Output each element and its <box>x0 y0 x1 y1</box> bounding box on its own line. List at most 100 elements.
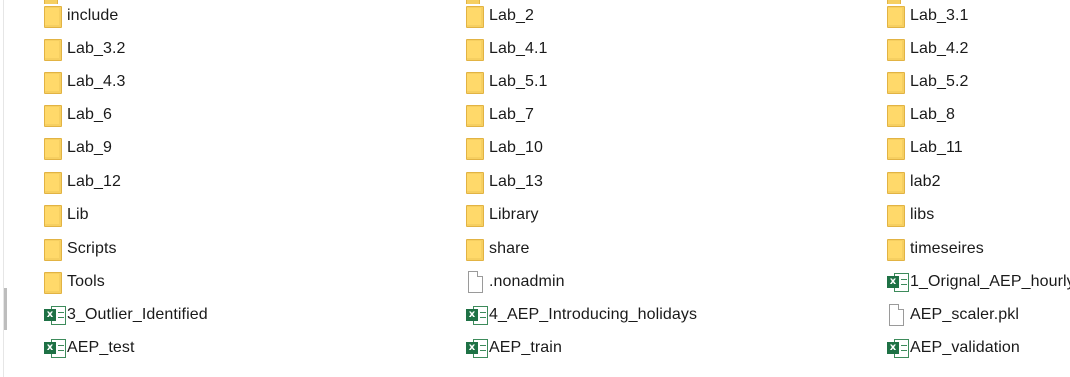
file-name: AEP_test <box>67 339 135 356</box>
file-name: Lab_4.1 <box>489 40 548 57</box>
folder-item[interactable]: Lab_6 <box>44 101 112 129</box>
folder-item[interactable]: Lab_5.2 <box>887 68 969 96</box>
file-name: 1_Orignal_AEP_hourly <box>910 273 1070 290</box>
excel-file-icon: x <box>466 303 488 327</box>
folder-icon <box>44 270 64 294</box>
file-item[interactable]: .nonadmin <box>466 268 565 296</box>
folder-icon <box>466 4 486 28</box>
file-name: 4_AEP_Introducing_holidays <box>489 306 698 323</box>
folder-item[interactable]: include <box>44 2 118 30</box>
file-name: Lab_9 <box>67 139 112 156</box>
folder-item[interactable]: timeseires <box>887 235 984 263</box>
file-item[interactable]: x AEP_train <box>466 334 562 362</box>
file-item[interactable]: x 4_AEP_Introducing_holidays <box>466 301 697 329</box>
file-name: lab2 <box>910 173 941 190</box>
folder-item[interactable]: Tools <box>44 268 105 296</box>
file-name: Lab_6 <box>67 106 112 123</box>
folder-item[interactable]: Lab_3.1 <box>887 2 969 30</box>
folder-icon <box>887 237 907 261</box>
excel-file-icon: x <box>466 336 488 360</box>
excel-file-icon: x <box>44 303 66 327</box>
folder-item[interactable]: Lab_3.2 <box>44 35 126 63</box>
folder-icon <box>887 136 907 160</box>
folder-icon <box>466 170 486 194</box>
folder-icon <box>44 136 64 160</box>
file-name: Lab_2 <box>489 7 534 24</box>
folder-item[interactable]: Lib <box>44 201 89 229</box>
file-icon <box>887 303 907 327</box>
file-name: Lab_11 <box>910 139 963 156</box>
file-name: .nonadmin <box>489 273 565 290</box>
folder-item[interactable]: libs <box>887 201 934 229</box>
file-icon <box>466 270 486 294</box>
file-name: Lib <box>67 206 89 223</box>
folder-icon <box>44 203 64 227</box>
file-column-1: include Lab_3.2 Lab_4.3 Lab_6 Lab_9 Lab_12 Lib… <box>44 0 374 377</box>
file-name: Tools <box>67 273 105 290</box>
excel-file-icon: x <box>44 336 66 360</box>
file-name: Lab_5.2 <box>910 73 969 90</box>
folder-icon <box>887 203 907 227</box>
folder-item[interactable]: Lab_9 <box>44 134 112 162</box>
file-name: Lab_4.2 <box>910 40 969 57</box>
folder-icon <box>887 70 907 94</box>
excel-file-icon: x <box>887 270 909 294</box>
file-item[interactable]: AEP_scaler.pkl <box>887 301 1019 329</box>
file-item[interactable]: x AEP_validation <box>887 334 1020 362</box>
file-name: libs <box>910 206 935 223</box>
folder-icon <box>466 203 486 227</box>
folder-item[interactable]: Lab_4.2 <box>887 35 969 63</box>
folder-icon <box>44 170 64 194</box>
folder-item[interactable]: Lab_8 <box>887 101 955 129</box>
file-name: Lab_10 <box>489 139 543 156</box>
file-item[interactable]: x 3_Outlier_Identified <box>44 301 208 329</box>
file-name: Lab_7 <box>489 106 534 123</box>
folder-icon <box>466 237 486 261</box>
folder-icon <box>44 37 64 61</box>
folder-icon <box>44 237 64 261</box>
folder-item[interactable]: Lab_10 <box>466 134 543 162</box>
folder-item[interactable]: share <box>466 235 530 263</box>
file-name: 3_Outlier_Identified <box>67 306 208 323</box>
file-name: AEP_scaler.pkl <box>910 306 1020 323</box>
folder-icon <box>44 70 64 94</box>
folder-icon <box>887 170 907 194</box>
folder-item[interactable]: Lab_12 <box>44 168 121 196</box>
folder-item[interactable]: Lab_2 <box>466 2 534 30</box>
folder-item[interactable]: Lab_11 <box>887 134 963 162</box>
folder-icon <box>466 37 486 61</box>
file-name: include <box>67 7 119 24</box>
folder-icon <box>887 103 907 127</box>
file-name: Lab_3.2 <box>67 40 126 57</box>
file-name: Lab_4.3 <box>67 73 126 90</box>
file-item[interactable]: x AEP_test <box>44 334 135 362</box>
folder-item[interactable]: Lab_4.1 <box>466 35 548 63</box>
folder-item[interactable]: Lab_4.3 <box>44 68 126 96</box>
folder-icon <box>887 37 907 61</box>
folder-item[interactable]: Library <box>466 201 539 229</box>
folder-icon <box>466 103 486 127</box>
folder-item[interactable]: lab2 <box>887 168 941 196</box>
file-item[interactable]: x 1_Orignal_AEP_hourly <box>887 268 1070 296</box>
file-name: Lab_3.1 <box>910 7 969 24</box>
folder-icon <box>44 4 64 28</box>
file-name: Library <box>489 206 539 223</box>
file-name: AEP_train <box>489 339 562 356</box>
folder-icon <box>887 4 907 28</box>
file-name: AEP_validation <box>910 339 1020 356</box>
file-name: Lab_13 <box>489 173 543 190</box>
file-name: timeseires <box>910 240 984 257</box>
folder-item[interactable]: Lab_13 <box>466 168 543 196</box>
file-name: share <box>489 240 530 257</box>
folder-item[interactable]: Lab_5.1 <box>466 68 548 96</box>
excel-file-icon: x <box>887 336 909 360</box>
folder-item[interactable]: Scripts <box>44 235 117 263</box>
folder-icon <box>44 103 64 127</box>
file-column-3: Lab_3.1 Lab_4.2 Lab_5.2 Lab_8 Lab_11 lab2 libs… <box>887 0 1070 377</box>
file-name: Lab_12 <box>67 173 121 190</box>
folder-item[interactable]: Lab_7 <box>466 101 534 129</box>
folder-icon <box>466 70 486 94</box>
folder-icon <box>466 136 486 160</box>
file-name: Lab_8 <box>910 106 955 123</box>
file-column-2: Lab_2 Lab_4.1 Lab_5.1 Lab_7 Lab_10 Lab_13 Libr… <box>466 0 796 377</box>
